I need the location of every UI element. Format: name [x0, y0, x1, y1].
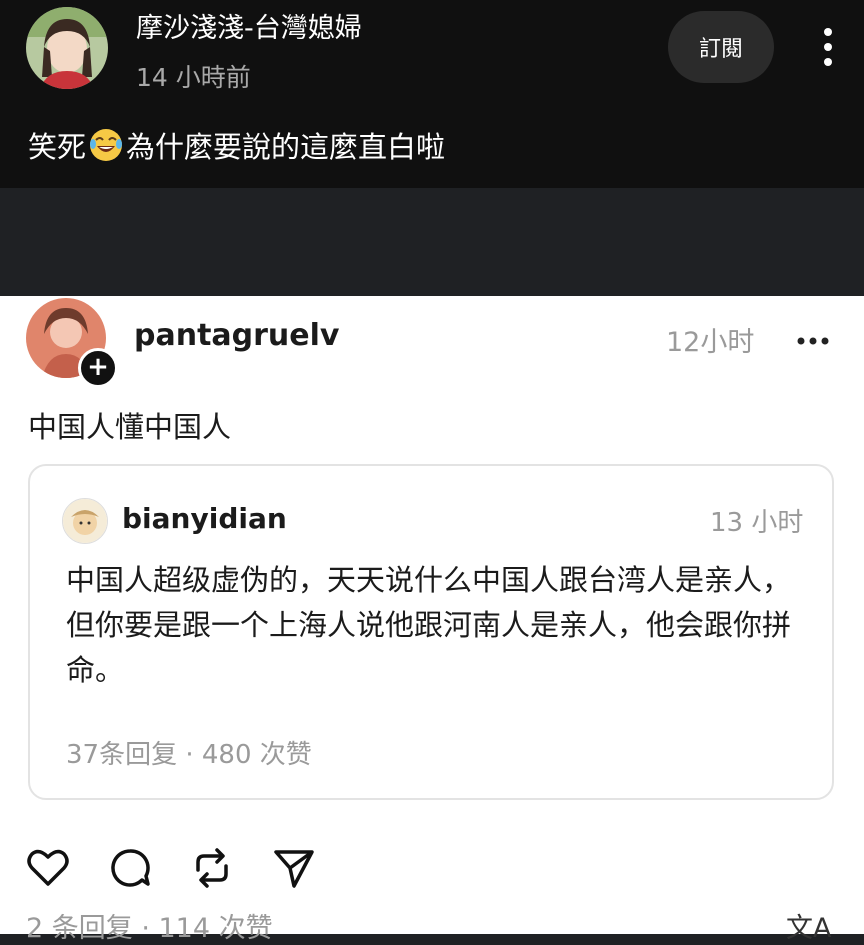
subscribe-button[interactable]: 訂閱	[668, 11, 774, 83]
screenshot-post-text: 中国人懂中国人	[28, 410, 232, 444]
laughing-tears-emoji-icon	[88, 127, 124, 163]
more-horizontal-icon[interactable]	[796, 332, 830, 345]
screenshot-author-name[interactable]: pantagruelv	[134, 318, 339, 353]
quoted-post-stats[interactable]: 37条回复 · 480 次赞	[66, 734, 312, 771]
more-vertical-icon[interactable]	[814, 26, 842, 70]
top-post: 摩沙淺淺-台灣媳婦 14 小時前 訂閱 笑死 為什麼要說的這麼直白啦	[0, 0, 864, 188]
quoted-post[interactable]: bianyidian 13 小时 中国人超级虚伪的，天天说什么中国人跟台湾人是亲…	[28, 464, 834, 800]
quoted-post-time: 13 小时	[710, 508, 804, 538]
quoted-author-name[interactable]: bianyidian	[122, 502, 287, 535]
post-text-end: 為什麼要說的這麼直白啦	[126, 130, 446, 164]
quoted-post-text: 中国人超级虚伪的，天天说什么中国人跟台湾人是亲人，但你要是跟一个上海人说他跟河南…	[66, 563, 792, 687]
send-icon[interactable]	[270, 844, 318, 892]
action-bar	[24, 844, 318, 892]
embedded-screenshot[interactable]: + pantagruelv 12小时 中国人懂中国人 bianyidian 13…	[0, 296, 864, 944]
translate-icon[interactable]: 文A	[786, 906, 831, 945]
author-name[interactable]: 摩沙淺淺-台灣媳婦	[136, 6, 362, 45]
screenshot-post-time: 12小时	[666, 327, 755, 358]
post-time: 14 小時前	[136, 63, 251, 92]
post-text: 笑死 為什麼要說的這麼直白啦	[28, 124, 445, 166]
follow-plus-icon[interactable]: +	[78, 348, 118, 388]
heart-icon[interactable]	[24, 844, 72, 892]
repost-icon[interactable]	[188, 844, 236, 892]
bianyidian-avatar[interactable]	[62, 498, 108, 544]
post-media-gap	[0, 188, 864, 296]
author-avatar[interactable]	[26, 7, 108, 89]
post-stats[interactable]: 2 条回复 · 114 次赞	[26, 906, 273, 945]
post-text-start: 笑死	[28, 130, 87, 164]
comment-icon[interactable]	[106, 844, 154, 892]
